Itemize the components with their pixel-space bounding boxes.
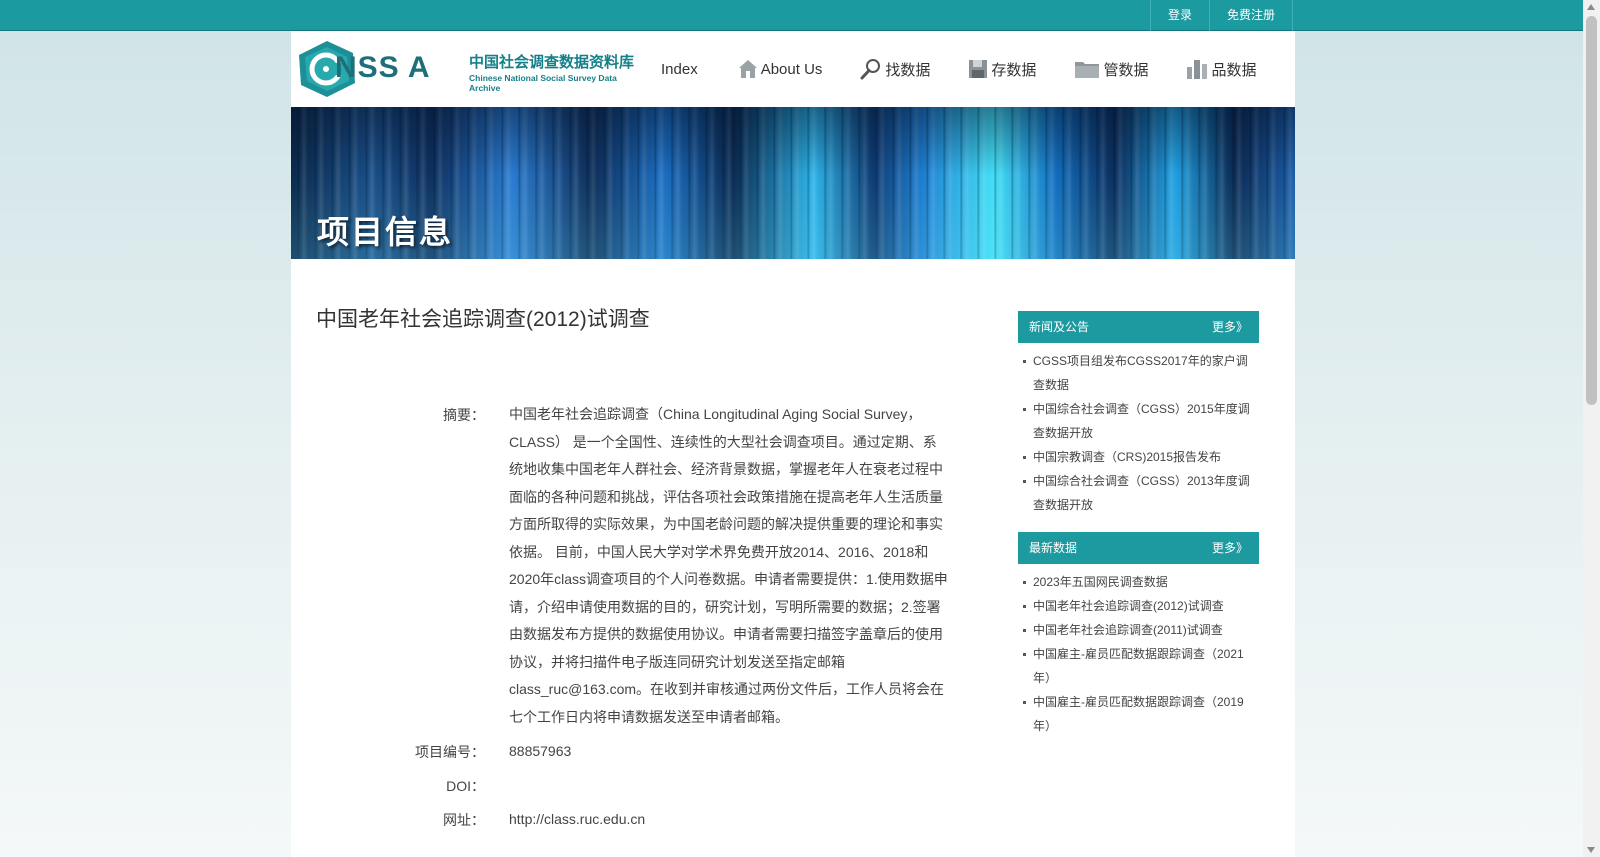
news-link[interactable]: 中国综合社会调查（CGSS）2015年度调查数据开放: [1033, 402, 1250, 440]
list-item[interactable]: 2023年五国网民调查数据: [1018, 570, 1259, 594]
doi-value: [509, 772, 949, 806]
news-box-header: 新闻及公告 更多》: [1018, 311, 1259, 343]
chart-icon: [1187, 60, 1208, 79]
url-row: 网址： http://class.ruc.edu.cn: [291, 806, 981, 840]
logo-english-name: Chinese National Social Survey Data Arch…: [469, 73, 617, 93]
news-box: 新闻及公告 更多》 CGSS项目组发布CGSS2017年的家户调查数据 中国综合…: [1018, 311, 1259, 529]
latest-data-box: 最新数据 更多》 2023年五国网民调查数据 中国老年社会追踪调查(2012)试…: [1018, 532, 1259, 750]
nav-item-label: 存数据: [991, 61, 1037, 79]
login-link[interactable]: 登录: [1150, 0, 1209, 31]
nav-item-manage-data[interactable]: 管数据: [1074, 31, 1148, 107]
url-label: 网址：: [443, 812, 485, 828]
nav-item-store-data[interactable]: 存数据: [968, 31, 1036, 107]
doi-label: DOI：: [446, 778, 485, 794]
page-title: 中国老年社会追踪调查(2012)试调查: [316, 308, 650, 331]
nav-item-label: 找数据: [885, 61, 931, 79]
account-links: 登录 免费注册: [1150, 0, 1294, 31]
scroll-down-icon[interactable]: [1587, 847, 1595, 853]
project-id-value: 88857963: [509, 743, 572, 759]
scrollbar-thumb[interactable]: [1586, 16, 1597, 405]
list-item[interactable]: 中国老年社会追踪调查(2011)试调查: [1018, 618, 1259, 642]
list-item[interactable]: 中国综合社会调查（CGSS）2015年度调查数据开放: [1018, 397, 1259, 445]
dataset-link[interactable]: 中国老年社会追踪调查(2012)试调查: [1033, 599, 1224, 613]
page-banner: 项目信息: [291, 107, 1295, 259]
news-link[interactable]: 中国宗教调查（CRS)2015报告发布: [1033, 450, 1221, 464]
list-item[interactable]: 中国雇主-雇员匹配数据跟踪调查（2019年）: [1018, 690, 1259, 738]
site-logo[interactable]: NSS A 中国社会调查数据资料库 Chinese National Socia…: [297, 37, 642, 99]
nav-item-about-us[interactable]: About Us: [738, 31, 823, 107]
project-id-row: 项目编号： 88857963: [291, 738, 981, 772]
list-item[interactable]: CGSS项目组发布CGSS2017年的家户调查数据: [1018, 349, 1259, 397]
logo-letters: NSS A: [335, 51, 431, 84]
latest-data-list: 2023年五国网民调查数据 中国老年社会追踪调查(2012)试调查 中国老年社会…: [1018, 564, 1259, 750]
nav-item-evaluate-data[interactable]: 品数据: [1186, 31, 1256, 107]
abstract-label: 摘要：: [443, 407, 485, 423]
abstract-row: 摘要： 中国老年社会追踪调查（China Longitudinal Aging …: [291, 401, 981, 738]
nav-item-label: Index: [661, 60, 698, 78]
doi-row: DOI：: [291, 772, 981, 806]
dataset-link[interactable]: 2023年五国网民调查数据: [1033, 575, 1168, 589]
scroll-up-icon[interactable]: [1587, 4, 1595, 10]
save-icon: [969, 60, 988, 78]
list-item[interactable]: 中国综合社会调查（CGSS）2013年度调查数据开放: [1018, 469, 1259, 517]
news-link[interactable]: CGSS项目组发布CGSS2017年的家户调查数据: [1033, 354, 1248, 392]
nav-item-label: 管数据: [1103, 61, 1149, 79]
dataset-link[interactable]: 中国雇主-雇员匹配数据跟踪调查（2021年）: [1033, 647, 1244, 685]
latest-data-box-header: 最新数据 更多》: [1018, 532, 1259, 564]
folder-icon: [1075, 62, 1100, 78]
nav-item-find-data[interactable]: 找数据: [860, 31, 930, 107]
site-header: NSS A 中国社会调查数据资料库 Chinese National Socia…: [291, 31, 1295, 107]
project-details: 摘要： 中国老年社会追踪调查（China Longitudinal Aging …: [291, 401, 981, 840]
project-id-label: 项目编号：: [415, 744, 485, 760]
home-icon: [738, 60, 757, 78]
nav-item-label: 品数据: [1211, 61, 1257, 79]
search-icon: [860, 59, 881, 80]
main-container: NSS A 中国社会调查数据资料库 Chinese National Socia…: [291, 31, 1295, 857]
top-bar: 登录 免费注册: [0, 0, 1600, 31]
register-link[interactable]: 免费注册: [1209, 0, 1294, 31]
main-nav: Index About Us 找数据 存数据 管数据 品数据: [661, 31, 1294, 107]
abstract-text: 中国老年社会追踪调查（China Longitudinal Aging Soci…: [509, 406, 948, 725]
nav-item-label: About Us: [760, 60, 823, 78]
news-list: CGSS项目组发布CGSS2017年的家户调查数据 中国综合社会调查（CGSS）…: [1018, 343, 1259, 529]
nav-item-index[interactable]: Index: [661, 31, 698, 107]
list-item[interactable]: 中国老年社会追踪调查(2012)试调查: [1018, 594, 1259, 618]
logo-chinese-name: 中国社会调查数据资料库: [469, 54, 635, 71]
list-item[interactable]: 中国宗教调查（CRS)2015报告发布: [1018, 445, 1259, 469]
news-link[interactable]: 中国综合社会调查（CGSS）2013年度调查数据开放: [1033, 474, 1250, 512]
dataset-link[interactable]: 中国雇主-雇员匹配数据跟踪调查（2019年）: [1033, 695, 1244, 733]
news-box-title: 新闻及公告: [1029, 320, 1090, 334]
project-url-link[interactable]: http://class.ruc.edu.cn: [509, 806, 949, 840]
news-more-link[interactable]: 更多》: [1212, 311, 1248, 343]
latest-data-more-link[interactable]: 更多》: [1212, 532, 1248, 564]
page-scrollbar[interactable]: [1583, 0, 1600, 857]
banner-title: 项目信息: [317, 214, 454, 250]
dataset-link[interactable]: 中国老年社会追踪调查(2011)试调查: [1033, 623, 1223, 637]
latest-data-box-title: 最新数据: [1029, 541, 1078, 555]
list-item[interactable]: 中国雇主-雇员匹配数据跟踪调查（2021年）: [1018, 642, 1259, 690]
